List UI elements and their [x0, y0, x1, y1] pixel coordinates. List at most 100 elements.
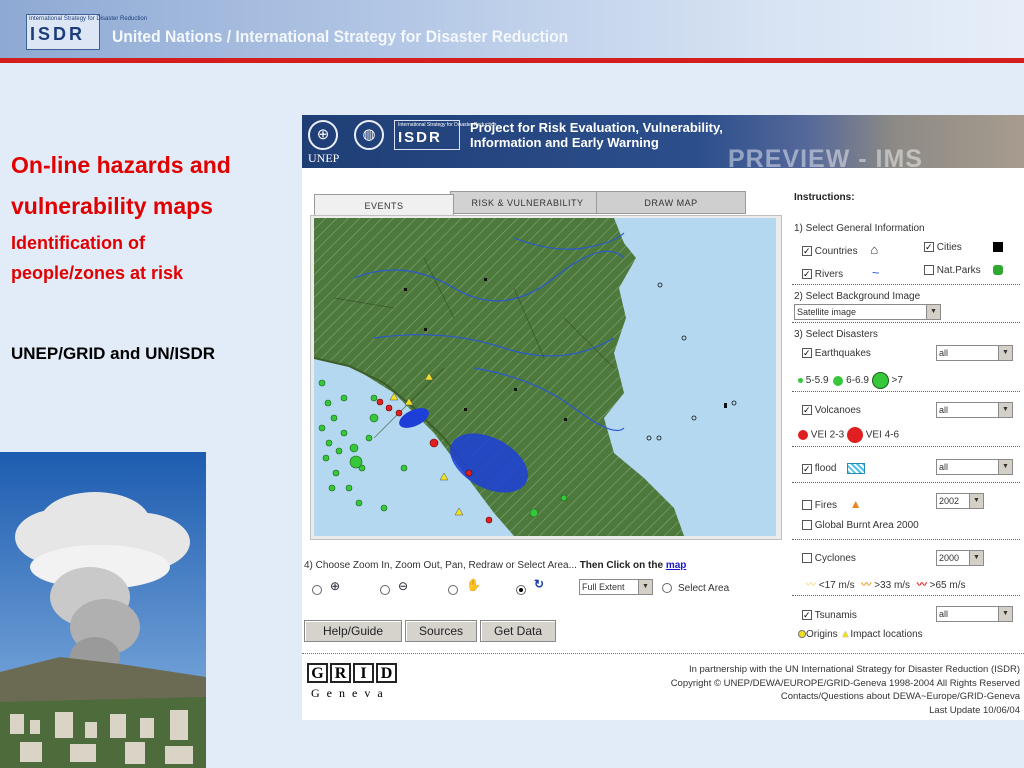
logo-small-text: International Strategy for Disaster Redu…: [29, 16, 148, 22]
step2-label: 2) Select Background Image: [794, 291, 921, 302]
natparks-option[interactable]: Nat.Parks: [924, 265, 1004, 276]
flood-checkbox[interactable]: [802, 463, 812, 474]
fire-triangle-icon: ▲: [849, 497, 862, 511]
eq-small-icon: [798, 378, 803, 383]
tsunami-origin-icon: [798, 630, 806, 639]
earthquakes-select[interactable]: all ▼: [936, 345, 1013, 361]
instructions-heading: Instructions:: [794, 192, 855, 203]
slide-credit: UNEP/GRID and UN/ISDR: [11, 344, 216, 363]
map-link[interactable]: map: [666, 560, 687, 571]
earthquakes-option[interactable]: Earthquakes: [802, 348, 871, 359]
header-divider: [0, 58, 1024, 63]
grid-letter: D: [376, 663, 397, 683]
isdr-main-text: ISDR: [398, 129, 442, 146]
eq-large-icon: [871, 372, 889, 389]
countries-option[interactable]: Countries ⌂: [802, 242, 878, 257]
flood-select-value: all: [939, 462, 949, 472]
grid-letter: I: [353, 663, 374, 683]
zoom-out-icon[interactable]: ⊖: [398, 579, 408, 593]
globe-emblem-icon: ◍: [354, 120, 384, 150]
fires-checkbox[interactable]: [802, 500, 812, 511]
cyc-legend-3: >65 m/s: [929, 580, 966, 591]
volc-large-icon: [846, 427, 863, 443]
tab-events[interactable]: EVENTS: [314, 194, 454, 217]
background-select[interactable]: Satellite image ▼: [794, 304, 941, 320]
footer-line3: Contacts/Questions about DEWA~Europe/GRI…: [780, 691, 1020, 702]
cyclone-strong-icon: 〰: [916, 580, 927, 591]
tsunami-legend: Origins ▲Impact locations: [798, 629, 923, 640]
background-select-value: Satellite image: [797, 307, 857, 317]
cyclones-label: Cyclones: [814, 553, 856, 564]
zoom-in-icon[interactable]: ⊕: [330, 579, 340, 593]
cities-checkbox[interactable]: [924, 242, 934, 253]
rivers-option[interactable]: Rivers ~: [802, 265, 880, 280]
pan-radio[interactable]: [448, 585, 458, 595]
volcanoes-label: Volcanoes: [814, 405, 861, 416]
slide-title-line1: On-line hazards and: [11, 152, 231, 178]
volcanoes-option[interactable]: Volcanoes: [802, 405, 861, 416]
preview-watermark: PREVIEW - IMS: [728, 145, 923, 173]
countries-checkbox[interactable]: [802, 246, 812, 257]
cyclones-checkbox[interactable]: [802, 553, 812, 564]
volcanoes-checkbox[interactable]: [802, 405, 812, 416]
cyclones-select-value: 2000: [939, 553, 960, 563]
eq-medium-icon: [833, 375, 844, 386]
divider: [792, 284, 1020, 285]
cities-option[interactable]: Cities: [924, 242, 1003, 253]
burnt-area-checkbox[interactable]: [802, 520, 812, 531]
zoom-out-radio[interactable]: [380, 585, 390, 595]
redraw-icon[interactable]: ↻: [534, 577, 544, 591]
fires-select-value: 2002: [939, 496, 960, 506]
countries-label: Countries: [814, 246, 858, 257]
preview-ims-app: ⊕ ◍ UNEP International Strategy for Disa…: [302, 115, 1024, 720]
hazard-map[interactable]: [314, 218, 776, 536]
tsunamis-select[interactable]: all ▼: [936, 606, 1013, 622]
tab-strip: RISK & VULNERABILITY DRAW MAP EVENTS: [310, 188, 782, 218]
natparks-checkbox[interactable]: [924, 265, 934, 276]
cyclones-select[interactable]: 2000 ▼: [936, 550, 984, 566]
tsunamis-checkbox[interactable]: [802, 610, 812, 621]
tsunamis-option[interactable]: Tsunamis: [802, 610, 857, 621]
zoom-instruction-text: 4) Choose Zoom In, Zoom Out, Pan, Redraw…: [304, 560, 577, 571]
park-icon: [993, 265, 1004, 276]
pan-hand-icon[interactable]: ✋: [466, 578, 481, 592]
grid-letter: G: [307, 663, 328, 683]
divider: [792, 595, 1020, 596]
tsunami-impact-icon: ▲: [840, 629, 851, 640]
cities-label: Cities: [936, 242, 962, 253]
flood-select[interactable]: all ▼: [936, 459, 1013, 475]
isdr-banner-logo: International Strategy for Disaster Redu…: [394, 120, 496, 150]
footer-text: In partnership with the UN International…: [671, 663, 1020, 717]
earthquake-legend: 5-5.9 6-6.9 >7: [798, 372, 903, 389]
earthquakes-checkbox[interactable]: [802, 348, 812, 359]
burnt-area-option[interactable]: Global Burnt Area 2000: [802, 520, 919, 531]
zoom-then-text: Then Click on the: [579, 560, 664, 571]
logo-main-text: ISDR: [30, 24, 86, 44]
chevron-down-icon: ▼: [998, 460, 1012, 474]
grid-letter: R: [330, 663, 351, 683]
divider: [792, 391, 1020, 392]
rivers-checkbox[interactable]: [802, 269, 812, 280]
isdr-logo: International Strategy for Disaster Redu…: [26, 14, 147, 50]
zoom-in-radio[interactable]: [312, 585, 322, 595]
tab-draw-map[interactable]: DRAW MAP: [596, 191, 746, 214]
footer-line4: Last Update 10/06/04: [929, 704, 1020, 716]
tab-risk-vulnerability[interactable]: RISK & VULNERABILITY: [450, 191, 605, 214]
fires-select[interactable]: 2002 ▼: [936, 493, 984, 509]
header-title: United Nations / International Strategy …: [112, 27, 569, 46]
select-area-radio[interactable]: [662, 583, 672, 593]
slide-text-block: On-line hazards and vulnerability maps I…: [11, 145, 296, 287]
chevron-down-icon: ▼: [638, 580, 652, 594]
sources-button[interactable]: Sources: [405, 620, 477, 642]
get-data-button[interactable]: Get Data: [480, 620, 556, 642]
redraw-radio[interactable]: [516, 585, 526, 595]
divider: [792, 446, 1020, 447]
fires-label: Fires: [814, 500, 838, 511]
flood-option[interactable]: flood: [802, 463, 866, 474]
volcanoes-select[interactable]: all ▼: [936, 402, 1013, 418]
fires-option[interactable]: Fires ▲: [802, 497, 862, 511]
extent-select[interactable]: Full Extent ▼: [579, 579, 653, 595]
cyclones-option[interactable]: Cyclones: [802, 553, 856, 564]
help-guide-button[interactable]: Help/Guide: [304, 620, 402, 642]
step3-label: 3) Select Disasters: [794, 329, 878, 340]
